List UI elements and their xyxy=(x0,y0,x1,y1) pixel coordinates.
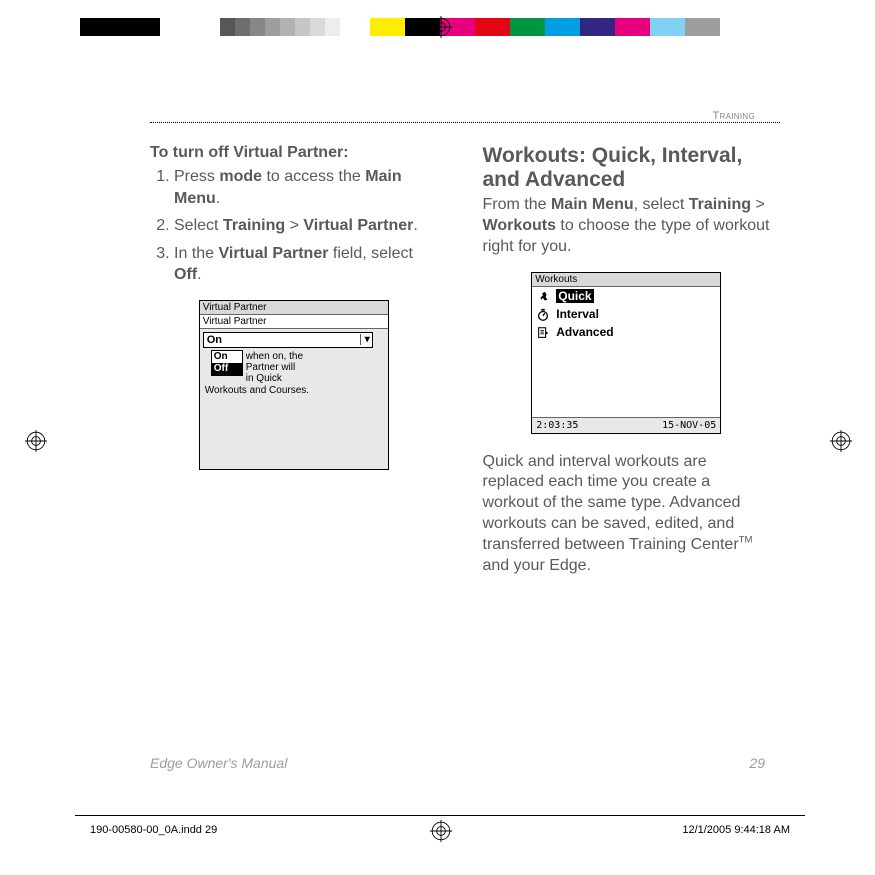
dropdown-arrow-icon: ▾ xyxy=(360,334,370,345)
intro-paragraph: From the Main Menu, select Training > Wo… xyxy=(483,195,771,257)
left-column: To turn off Virtual Partner: Press mode … xyxy=(150,144,438,577)
list-item-quick: Quick xyxy=(532,287,720,305)
screenshot-date: 15-NOV-05 xyxy=(662,420,716,431)
screenshot-hint-text-2: Workouts and Courses. xyxy=(205,385,375,396)
imposition-info: 190-00580-00_0A.indd 29 12/1/2005 9:44:1… xyxy=(90,824,790,836)
list-item-interval: Interval xyxy=(532,305,720,323)
registration-mark-icon xyxy=(25,430,47,452)
registration-mark-icon xyxy=(830,430,852,452)
step-3: In the Virtual Partner field, select Off… xyxy=(174,243,438,286)
right-column: Workouts: Quick, Interval, and Advanced … xyxy=(483,144,771,577)
list-item-advanced: Advanced xyxy=(532,323,720,341)
body-paragraph: Quick and interval workouts are replaced… xyxy=(483,452,771,577)
section-heading: Workouts: Quick, Interval, and Advanced xyxy=(483,144,771,192)
screenshot-field-label: Virtual Partner xyxy=(200,315,388,329)
screenshot-dropdown: On ▾ xyxy=(203,332,373,348)
document-icon xyxy=(536,326,550,338)
step-1: Press mode to access the Main Menu. xyxy=(174,166,438,209)
registration-mark-icon xyxy=(430,16,452,38)
page-number: 29 xyxy=(749,755,765,771)
instruction-title: To turn off Virtual Partner: xyxy=(150,144,438,162)
screenshot-time: 2:03:35 xyxy=(536,420,578,431)
stopwatch-icon xyxy=(536,308,550,320)
page-footer: Edge Owner's Manual 29 xyxy=(150,755,765,771)
instruction-steps: Press mode to access the Main Menu. Sele… xyxy=(150,166,438,286)
section-label: Training xyxy=(713,110,755,122)
screenshot-workouts: Workouts Quick Interval xyxy=(531,272,721,434)
step-2: Select Training > Virtual Partner. xyxy=(174,215,438,237)
footer-title: Edge Owner's Manual xyxy=(150,755,287,771)
screenshot-titlebar: Workouts xyxy=(532,273,720,287)
screenshot-hint-text: when on, the Partner will in Quick xyxy=(246,351,376,384)
screenshot-titlebar: Virtual Partner xyxy=(200,301,388,315)
screenshot-options-popup: On Off xyxy=(211,350,243,376)
screenshot-virtual-partner: Virtual Partner Virtual Partner On ▾ On … xyxy=(199,300,389,470)
imposition-timestamp: 12/1/2005 9:44:18 AM xyxy=(682,824,790,836)
imposition-rule xyxy=(75,815,805,816)
runner-icon xyxy=(536,290,550,302)
imposition-file: 190-00580-00_0A.indd 29 xyxy=(90,824,217,836)
